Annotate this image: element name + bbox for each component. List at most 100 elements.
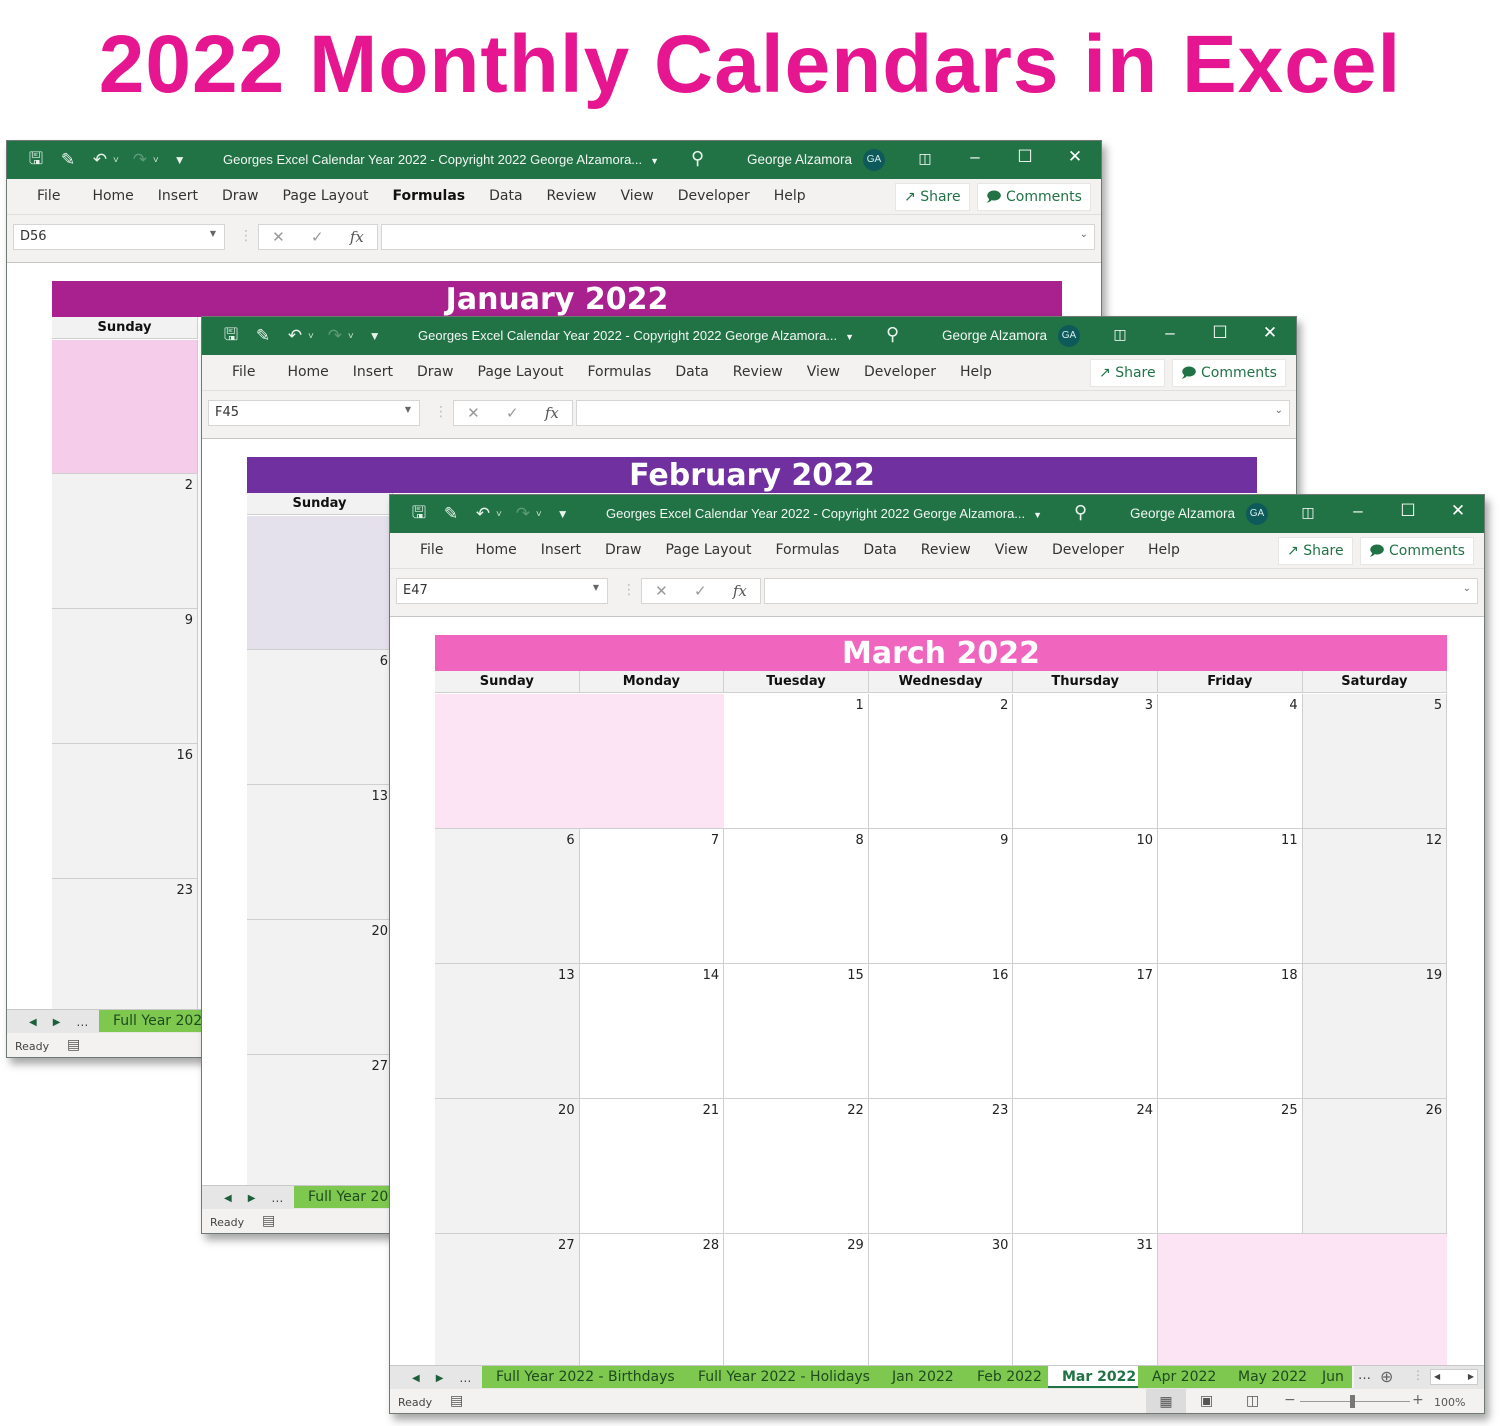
calendar-cell[interactable]: 13 <box>435 964 580 1099</box>
name-box[interactable]: E47 ▼ <box>396 578 608 604</box>
tab-draw[interactable]: Draw <box>210 188 271 204</box>
page-layout-view-icon[interactable]: ▣ <box>1200 1393 1213 1409</box>
redo-dropdown-icon[interactable]: ˅ <box>153 155 159 166</box>
share-button[interactable]: ↗ Share <box>1278 537 1353 565</box>
calendar-cell-blank[interactable] <box>247 516 393 650</box>
calendar-cell[interactable]: 2 <box>52 474 198 609</box>
title-dropdown-icon[interactable]: ▼ <box>1033 510 1042 520</box>
user-name[interactable]: George Alzamora <box>942 328 1047 343</box>
tab-home[interactable]: Home <box>455 542 528 558</box>
name-box[interactable]: D56 ▼ <box>13 224 225 250</box>
calendar-cell[interactable]: 25 <box>1158 1099 1303 1234</box>
share-button[interactable]: ↗ Share <box>895 183 970 211</box>
zoom-out-icon[interactable]: − <box>1284 1392 1296 1408</box>
undo-icon[interactable]: ↶ <box>284 325 306 347</box>
tab-draw[interactable]: Draw <box>405 364 466 380</box>
tab-file[interactable]: File <box>408 542 455 558</box>
tab-help[interactable]: Help <box>1136 542 1192 558</box>
calendar-cell[interactable]: 17 <box>1013 964 1158 1099</box>
calendar-cell-blank[interactable] <box>579 694 725 829</box>
insert-function-icon[interactable]: fx <box>545 404 559 422</box>
tab-page-layout[interactable]: Page Layout <box>271 188 381 204</box>
calendar-cell[interactable]: 27 <box>435 1234 580 1366</box>
calendar-cell[interactable]: 12 <box>1302 829 1448 964</box>
scroll-tabs-right-icon[interactable]: ▶ <box>248 1193 256 1204</box>
search-icon[interactable]: ⚲ <box>886 324 899 345</box>
customize-quick-access-icon[interactable]: ▼ <box>169 149 191 171</box>
close-icon[interactable]: ✕ <box>1446 501 1470 521</box>
sheet-tab-birthdays[interactable]: Full Year 2022 - Birthdays <box>482 1366 691 1388</box>
document-title[interactable]: Georges Excel Calendar Year 2022 - Copyr… <box>418 328 854 343</box>
maximize-icon[interactable]: ☐ <box>1396 501 1420 521</box>
tab-insert[interactable]: Insert <box>529 542 593 558</box>
tab-file[interactable]: File <box>220 364 267 380</box>
calendar-cell-blank[interactable] <box>435 694 580 829</box>
new-sheet-icon[interactable]: ⊕ <box>1380 1367 1393 1386</box>
minimize-icon[interactable]: – <box>963 147 987 167</box>
name-box-dropdown-icon[interactable]: ▼ <box>593 583 599 592</box>
formula-input[interactable]: ⌄ <box>381 224 1095 250</box>
tab-review[interactable]: Review <box>535 188 609 204</box>
save-as-icon[interactable]: ✎ <box>57 149 79 171</box>
calendar-cell[interactable]: 8 <box>724 829 869 964</box>
tab-data[interactable]: Data <box>663 364 720 380</box>
insert-function-icon[interactable]: fx <box>350 228 364 246</box>
undo-dropdown-icon[interactable]: ˅ <box>308 331 314 342</box>
enter-icon[interactable]: ✓ <box>311 228 324 246</box>
sheet-tab-may[interactable]: May 2022 <box>1224 1366 1324 1388</box>
macro-recording-icon[interactable]: ▤ <box>262 1213 275 1229</box>
tab-insert[interactable]: Insert <box>341 364 405 380</box>
calendar-cell[interactable]: 21 <box>579 1099 725 1234</box>
formula-input[interactable]: ⌄ <box>576 400 1290 426</box>
undo-icon[interactable]: ↶ <box>472 503 494 525</box>
name-box[interactable]: F45 ▼ <box>208 400 420 426</box>
tab-page-layout[interactable]: Page Layout <box>466 364 576 380</box>
normal-view-icon[interactable]: ▦ <box>1146 1389 1186 1413</box>
tab-formulas[interactable]: Formulas <box>575 364 663 380</box>
tab-formulas[interactable]: Formulas <box>763 542 851 558</box>
customize-quick-access-icon[interactable]: ▼ <box>364 325 386 347</box>
calendar-cell-blank[interactable] <box>1302 1234 1448 1366</box>
tab-review[interactable]: Review <box>721 364 795 380</box>
tab-draw[interactable]: Draw <box>593 542 654 558</box>
tab-view[interactable]: View <box>983 542 1040 558</box>
calendar-cell[interactable]: 6 <box>435 829 580 964</box>
undo-icon[interactable]: ↶ <box>89 149 111 171</box>
tab-insert[interactable]: Insert <box>146 188 210 204</box>
sheet-tab-jun[interactable]: Jun <box>1314 1366 1354 1388</box>
macro-recording-icon[interactable]: ▤ <box>67 1037 80 1053</box>
sheet-tab-apr[interactable]: Apr 2022 <box>1138 1366 1233 1388</box>
tab-developer[interactable]: Developer <box>852 364 948 380</box>
tab-file[interactable]: File <box>25 188 72 204</box>
calendar-cell-blank[interactable] <box>1158 1234 1303 1366</box>
sheet-tab-holidays[interactable]: Full Year 2022 - Holidays <box>684 1366 886 1388</box>
user-avatar[interactable]: GA <box>1246 503 1268 525</box>
formula-bar-grip[interactable]: ⋮ <box>239 228 253 244</box>
more-tabs-icon[interactable]: … <box>76 1015 88 1029</box>
calendar-cell[interactable]: 16 <box>868 964 1014 1099</box>
save-as-icon[interactable]: ✎ <box>440 503 462 525</box>
calendar-cell[interactable]: 28 <box>579 1234 725 1366</box>
formula-bar-grip[interactable]: ⋮ <box>434 404 448 420</box>
calendar-cell[interactable]: 23 <box>868 1099 1014 1234</box>
more-sheets-icon[interactable]: … <box>1358 1368 1371 1383</box>
tab-data[interactable]: Data <box>477 188 534 204</box>
redo-icon[interactable]: ↷ <box>324 325 346 347</box>
minimize-icon[interactable]: – <box>1158 323 1182 343</box>
zoom-in-icon[interactable]: + <box>1412 1392 1424 1408</box>
redo-icon[interactable]: ↷ <box>512 503 534 525</box>
calendar-cell[interactable]: 9 <box>52 609 198 744</box>
tab-help[interactable]: Help <box>948 364 1004 380</box>
calendar-cell[interactable]: 16 <box>52 744 198 879</box>
calendar-cell[interactable]: 15 <box>724 964 869 1099</box>
save-icon[interactable]: 🖫 <box>25 149 47 171</box>
scroll-tabs-left-icon[interactable]: ◀ <box>224 1193 232 1204</box>
tab-page-layout[interactable]: Page Layout <box>654 542 764 558</box>
cancel-icon[interactable]: ✕ <box>272 228 285 246</box>
comments-button[interactable]: 🗩 Comments <box>1360 537 1474 565</box>
save-icon[interactable]: 🖫 <box>408 503 430 525</box>
calendar-cell[interactable]: 3 <box>1013 694 1158 829</box>
calendar-cell[interactable]: 26 <box>1302 1099 1448 1234</box>
scroll-right-icon[interactable]: ▶ <box>1468 1372 1474 1382</box>
calendar-cell[interactable]: 31 <box>1013 1234 1158 1366</box>
